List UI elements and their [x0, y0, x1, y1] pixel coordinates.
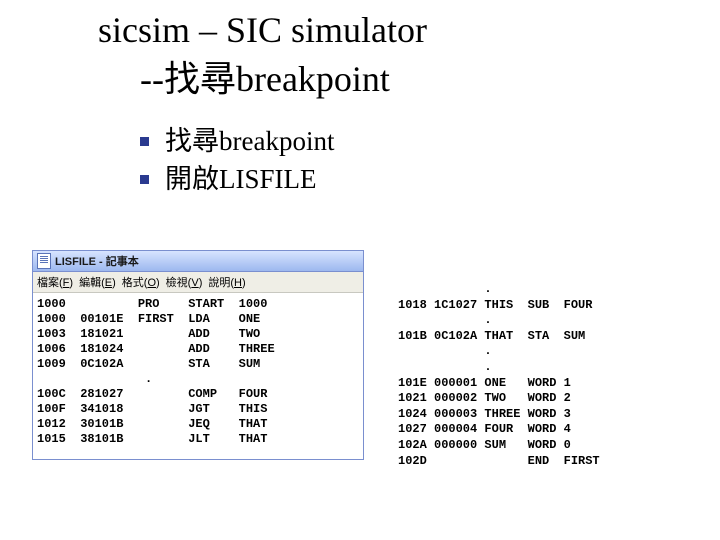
notepad-titlebar: LISFILE - 記事本	[33, 251, 363, 272]
notepad-app-icon	[37, 253, 51, 269]
slide: sicsim – SIC simulator --找尋breakpoint 找尋…	[0, 0, 720, 540]
slide-subtitle: --找尋breakpoint	[140, 59, 720, 100]
menu-edit[interactable]: 編輯(E)	[79, 274, 116, 290]
listing-right: . 1018 1C1027 THIS SUB FOUR . 101B 0C102…	[398, 282, 600, 469]
bullet-item: 找尋breakpoint	[140, 123, 720, 161]
notepad-menubar: 檔案(F) 編輯(E) 格式(O) 檢視(V) 說明(H)	[33, 272, 363, 293]
bullet-list: 找尋breakpoint 開啟LISFILE	[140, 123, 720, 199]
bullet-square-icon	[140, 137, 149, 146]
bullet-text: 開啟LISFILE	[165, 161, 317, 199]
menu-file[interactable]: 檔案(F)	[37, 274, 73, 290]
menu-view[interactable]: 檢視(V)	[166, 274, 203, 290]
menu-help[interactable]: 說明(H)	[208, 274, 245, 290]
slide-title: sicsim – SIC simulator	[98, 10, 720, 51]
bullet-item: 開啟LISFILE	[140, 161, 720, 199]
menu-format[interactable]: 格式(O)	[122, 274, 160, 290]
notepad-body: 1000 PRO START 1000 1000 00101E FIRST LD…	[33, 293, 363, 459]
notepad-title: LISFILE - 記事本	[55, 253, 139, 269]
notepad-window: LISFILE - 記事本 檔案(F) 編輯(E) 格式(O) 檢視(V) 說明…	[32, 250, 364, 460]
bullet-square-icon	[140, 175, 149, 184]
bullet-text: 找尋breakpoint	[165, 123, 334, 161]
